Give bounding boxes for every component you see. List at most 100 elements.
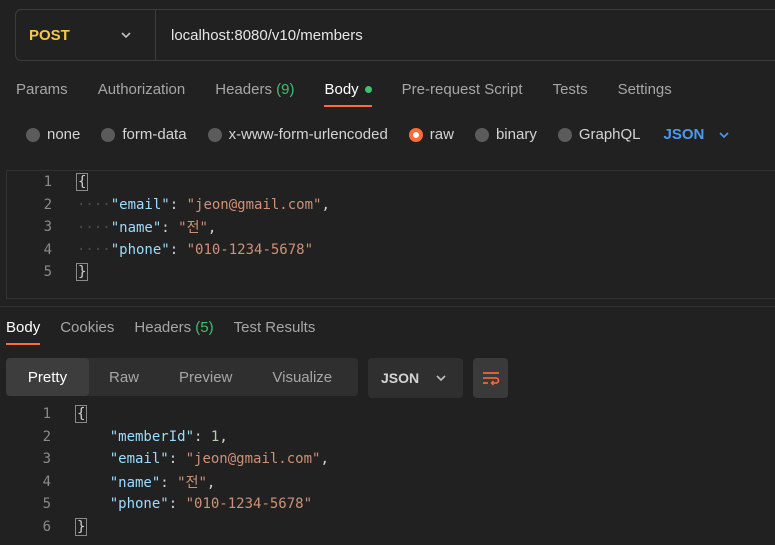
- radio-circle-icon: [557, 127, 572, 142]
- open-brace: {: [75, 173, 89, 192]
- line-number: 3: [42, 451, 51, 468]
- code-line: 5 "phone": "010-1234-5678": [6, 493, 775, 516]
- json-sep: :: [168, 496, 186, 513]
- radio-circle-icon: [207, 127, 222, 142]
- json-key: "email": [109, 451, 169, 468]
- url-input[interactable]: localhost:8080/v10/members: [156, 27, 363, 44]
- wrap-lines-button[interactable]: [473, 358, 508, 398]
- line-number: 4: [43, 241, 52, 258]
- method-select[interactable]: POST: [16, 10, 156, 60]
- tab-params[interactable]: Params: [16, 81, 68, 98]
- radio-graphql[interactable]: GraphQL: [557, 126, 641, 143]
- tab-response-headers[interactable]: Headers (5): [134, 319, 213, 336]
- tab-label: Authorization: [97, 81, 186, 98]
- view-preview-button[interactable]: Preview: [159, 358, 252, 396]
- json-sep: :: [160, 474, 178, 491]
- json-end: ,: [219, 428, 228, 445]
- view-raw-button[interactable]: Raw: [89, 358, 159, 396]
- wrap-lines-icon: [482, 372, 499, 386]
- tab-cookies[interactable]: Cookies: [60, 319, 114, 336]
- tab-label: Headers: [215, 81, 272, 98]
- radio-circle-icon: [101, 127, 116, 142]
- tab-headers[interactable]: Headers (9): [215, 81, 294, 98]
- radio-label: raw: [429, 126, 454, 143]
- method-label: POST: [29, 26, 70, 44]
- radio-label: GraphQL: [578, 126, 641, 143]
- line-number: 1: [42, 406, 51, 423]
- radio-circle-icon: [474, 127, 489, 142]
- tab-settings[interactable]: Settings: [618, 81, 672, 98]
- line-number: 5: [42, 496, 51, 513]
- active-tab-underline: [324, 105, 372, 107]
- tab-test-results[interactable]: Test Results: [234, 319, 316, 336]
- headers-count: (9): [276, 81, 295, 98]
- json-value: "jeon@gmail.com": [186, 196, 322, 213]
- code-line: 4 "name": "전",: [6, 471, 775, 494]
- json-value: "010-1234-5678": [185, 496, 313, 513]
- tab-label: Cookies: [60, 319, 115, 336]
- json-key: "email": [110, 196, 170, 213]
- tab-label: Body: [324, 81, 359, 98]
- json-key: "phone": [109, 496, 169, 513]
- tab-body[interactable]: Body: [324, 81, 372, 107]
- tab-tests[interactable]: Tests: [553, 81, 588, 98]
- radio-raw[interactable]: raw: [408, 126, 454, 143]
- line-number: 3: [43, 219, 52, 236]
- radio-urlencoded[interactable]: x-www-form-urlencoded: [207, 126, 388, 143]
- chevron-down-icon: [436, 375, 446, 382]
- json-sep: :: [168, 451, 186, 468]
- pane-divider[interactable]: [0, 306, 775, 307]
- code-line: 5 }: [7, 261, 775, 284]
- language-select[interactable]: JSON: [664, 126, 731, 143]
- code-line: 2 ····"email": "jeon@gmail.com",: [7, 194, 775, 217]
- indent-guide: ····: [77, 196, 111, 213]
- url-bar: POST localhost:8080/v10/members: [15, 9, 775, 61]
- tab-response-body[interactable]: Body: [6, 319, 41, 345]
- radio-binary[interactable]: binary: [474, 126, 537, 143]
- response-format-select[interactable]: JSON: [368, 358, 463, 398]
- json-end: ,: [206, 474, 216, 491]
- tab-label: Tests: [552, 81, 588, 98]
- indent-guide: ····: [77, 220, 111, 237]
- response-view-switcher: Pretty Raw Preview Visualize: [6, 358, 358, 396]
- json-key: "memberId": [109, 428, 195, 445]
- code-line: 1 {: [6, 403, 775, 426]
- view-pretty-button[interactable]: Pretty: [6, 358, 89, 396]
- json-end: ,: [321, 196, 330, 213]
- line-number: 2: [42, 428, 51, 445]
- json-sep: :: [161, 220, 179, 237]
- request-tabs: Params Authorization Headers (9) Body Pr…: [16, 81, 702, 107]
- code-line: 3 "email": "jeon@gmail.com",: [6, 448, 775, 471]
- json-value: "010-1234-5678": [186, 241, 314, 258]
- close-brace: }: [75, 263, 89, 282]
- json-value: "jeon@gmail.com": [185, 451, 321, 468]
- radio-label: x-www-form-urlencoded: [228, 126, 388, 143]
- chevron-down-icon: [719, 131, 729, 138]
- radio-form-data[interactable]: form-data: [101, 126, 187, 143]
- code-line: 2 "memberId": 1,: [6, 426, 775, 449]
- chevron-down-icon: [121, 32, 131, 39]
- view-visualize-button[interactable]: Visualize: [252, 358, 352, 396]
- tab-label: Test Results: [233, 319, 316, 336]
- modified-dot-icon: [364, 85, 372, 93]
- json-key: "name": [110, 220, 162, 237]
- code-line: 6 }: [6, 516, 775, 539]
- radio-selected-icon: [408, 127, 423, 142]
- response-body-viewer[interactable]: 1 { 2 "memberId": 1, 3 "email": "jeon@gm…: [6, 403, 775, 545]
- request-body-editor[interactable]: 1 { 2 ····"email": "jeon@gmail.com", 3 ·…: [6, 170, 775, 299]
- radio-label: none: [47, 126, 81, 143]
- format-label: JSON: [381, 370, 420, 386]
- json-sep: :: [169, 241, 187, 258]
- tab-label: Params: [16, 81, 68, 98]
- radio-label: binary: [495, 126, 537, 143]
- json-sep: :: [194, 428, 211, 445]
- json-end: ,: [320, 451, 329, 468]
- tab-pre-request-script[interactable]: Pre-request Script: [402, 81, 523, 98]
- indent-guide: ····: [77, 241, 111, 258]
- json-sep: :: [169, 196, 187, 213]
- line-number: 6: [42, 518, 51, 535]
- tab-authorization[interactable]: Authorization: [98, 81, 186, 98]
- radio-label: form-data: [122, 126, 187, 143]
- radio-none[interactable]: none: [26, 126, 80, 143]
- tab-label: Pre-request Script: [401, 81, 523, 98]
